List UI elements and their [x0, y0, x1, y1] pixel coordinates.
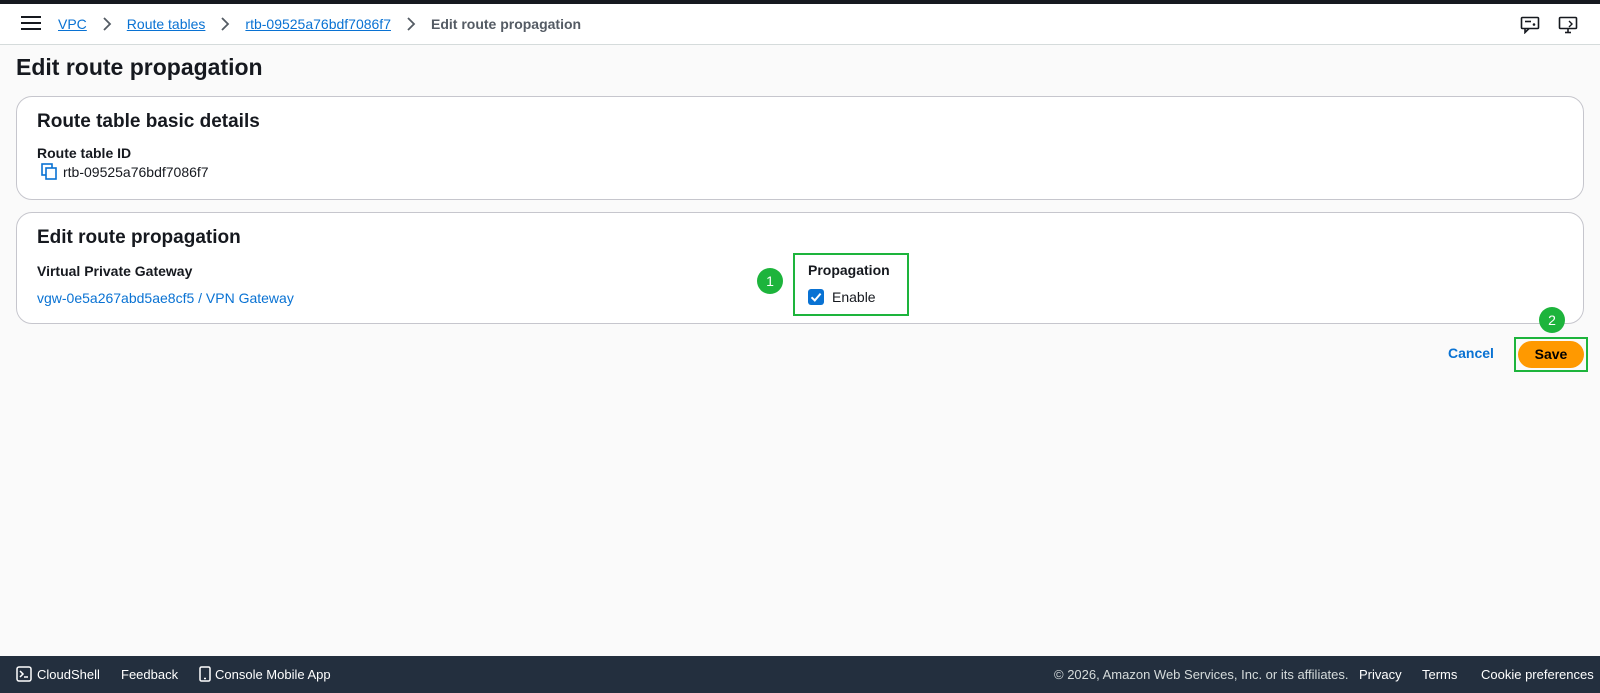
propagation-card-title: Edit route propagation: [37, 227, 241, 248]
details-card-title: Route table basic details: [37, 111, 260, 132]
footer-feedback[interactable]: Feedback: [121, 667, 178, 682]
copy-icon[interactable]: [41, 163, 57, 180]
checkmark-icon: [810, 292, 822, 302]
chevron-right-icon: [407, 17, 416, 31]
virtual-private-gateway-link[interactable]: vgw-0e5a267abd5ae8cf5 / VPN Gateway: [37, 290, 294, 306]
route-table-id-value: rtb-09525a76bdf7086f7: [63, 164, 209, 180]
menu-icon[interactable]: [21, 16, 41, 32]
footer-cloudshell[interactable]: CloudShell: [37, 667, 100, 682]
breadcrumb-route-table-id[interactable]: rtb-09525a76bdf7086f7: [245, 16, 391, 32]
footer-copyright: © 2026, Amazon Web Services, Inc. or its…: [1054, 667, 1349, 682]
footer-privacy[interactable]: Privacy: [1359, 667, 1402, 682]
virtual-private-gateway-label: Virtual Private Gateway: [37, 263, 193, 279]
breadcrumb-route-tables[interactable]: Route tables: [127, 16, 206, 32]
chevron-right-icon: [221, 17, 230, 31]
footer-cookie-preferences[interactable]: Cookie preferences: [1481, 667, 1594, 682]
propagation-label: Propagation: [808, 262, 890, 278]
breadcrumb-vpc[interactable]: VPC: [58, 16, 87, 32]
save-button[interactable]: Save: [1518, 341, 1584, 368]
step-1-badge: 1: [757, 268, 783, 294]
cancel-button[interactable]: Cancel: [1448, 345, 1494, 361]
breadcrumb: VPC Route tables rtb-09525a76bdf7086f7 E…: [58, 16, 581, 32]
step-2-badge: 2: [1539, 307, 1565, 333]
route-table-id-label: Route table ID: [37, 145, 132, 161]
route-table-details-card: Route table basic details Route table ID…: [16, 96, 1584, 200]
breadcrumb-current: Edit route propagation: [430, 16, 582, 32]
enable-propagation-checkbox[interactable]: [808, 289, 824, 305]
top-navigation-bar: VPC Route tables rtb-09525a76bdf7086f7 E…: [0, 4, 1600, 45]
display-icon[interactable]: [1558, 16, 1578, 34]
enable-label[interactable]: Enable: [832, 289, 876, 305]
page-title: Edit route propagation: [16, 54, 263, 80]
footer-terms[interactable]: Terms: [1422, 667, 1457, 682]
chevron-right-icon: [103, 17, 112, 31]
feedback-icon[interactable]: [1520, 16, 1540, 34]
mobile-phone-icon: [199, 666, 211, 682]
footer-console-mobile-app[interactable]: Console Mobile App: [215, 667, 331, 682]
footer: CloudShell Feedback Console Mobile App ©…: [0, 656, 1600, 693]
cloudshell-icon: [16, 666, 32, 682]
